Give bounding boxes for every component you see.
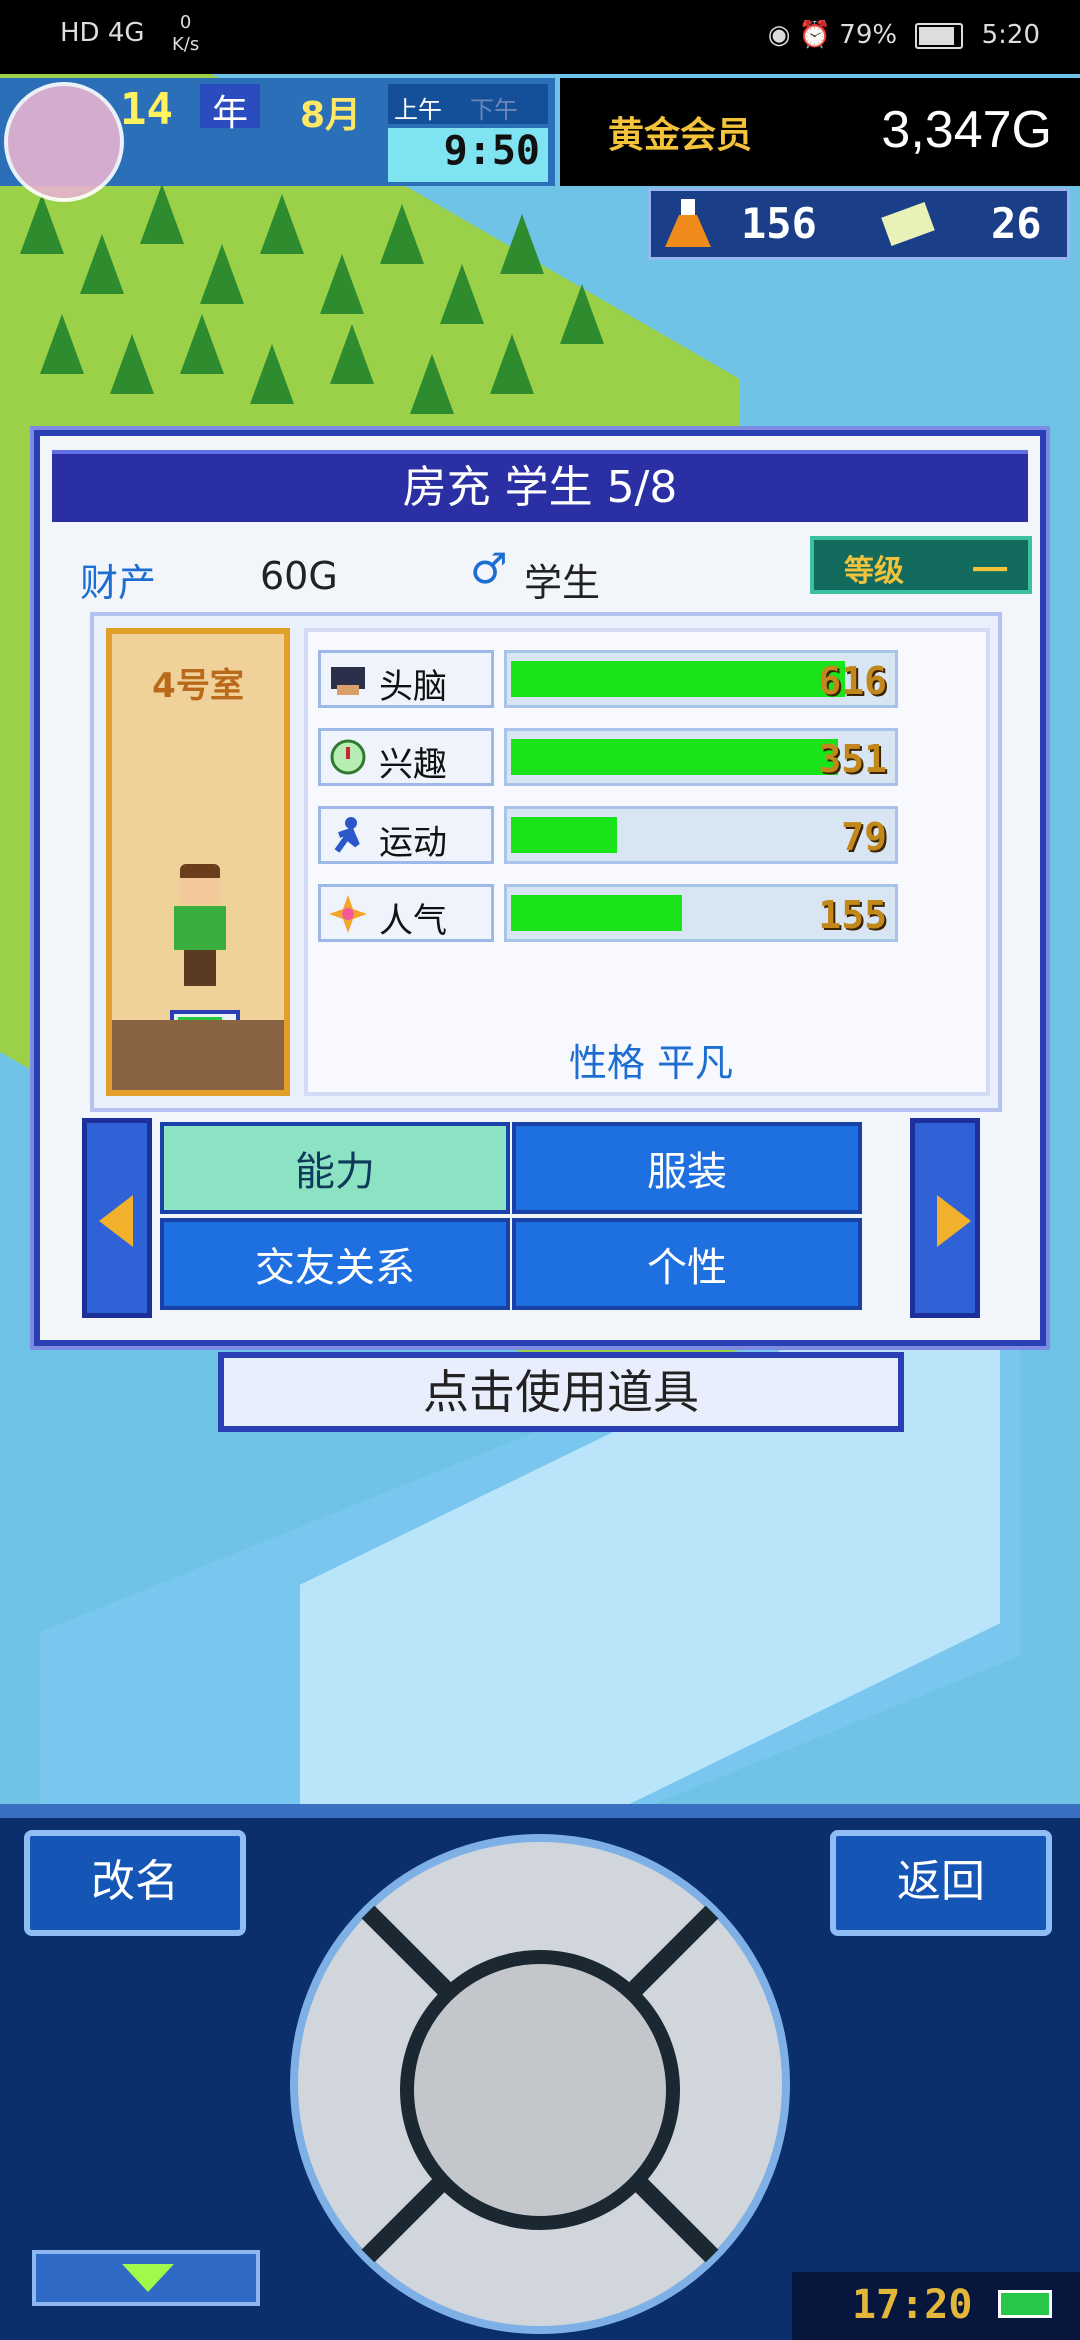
month-value: 8月 <box>300 95 362 136</box>
stat-value: 351 <box>818 737 887 781</box>
grade-value: 一 <box>971 551 1008 592</box>
ampm-indicator: 上午 下午 <box>388 84 548 124</box>
gold-value: 3,347G <box>881 101 1052 159</box>
running-icon <box>334 817 360 853</box>
back-button[interactable]: 返回 <box>830 1830 1052 1936</box>
rename-button[interactable]: 改名 <box>24 1830 246 1936</box>
sparkle-icon <box>329 895 367 933</box>
speech-bubble-icon <box>330 739 366 775</box>
network-speed: 0 K/s <box>172 12 199 56</box>
research-points: 156 <box>741 199 817 248</box>
battery-icon <box>998 2290 1052 2318</box>
ticket-icon <box>881 202 935 246</box>
personality-text: 性格 平凡 <box>568 1041 734 1085</box>
stat-name: 头脑 <box>379 667 447 707</box>
speed-unit: K/s <box>172 34 200 55</box>
clock-time: 17:20 <box>852 2282 973 2328</box>
stat-fill <box>511 895 682 931</box>
room-floor <box>112 1020 284 1090</box>
tab-clothing[interactable]: 服装 <box>512 1122 862 1214</box>
stat-value: 155 <box>818 893 887 937</box>
avatar[interactable] <box>4 82 124 202</box>
stats-panel: 头脑 616 兴趣 351 运动 79 人气 155 性格 平凡 <box>304 628 990 1096</box>
ticket-count: 26 <box>991 199 1042 248</box>
controller-edge <box>0 1804 1080 1818</box>
speed-value: 0 <box>179 12 192 33</box>
graduation-cap-icon <box>331 667 365 695</box>
battery-percent: 79% <box>839 20 898 50</box>
stat-label-popularity: 人气 <box>318 884 494 942</box>
triangle-down-icon <box>122 2264 174 2292</box>
arrow-right-icon <box>937 1195 971 1247</box>
stat-bar: 351 <box>504 728 898 786</box>
collapse-button[interactable] <box>32 2250 260 2306</box>
panel-title: 房充 学生 5/8 <box>52 450 1028 522</box>
game-time: 9:50 <box>388 128 548 182</box>
stat-label-sport: 运动 <box>318 806 494 864</box>
tab-ability[interactable]: 能力 <box>160 1122 510 1214</box>
eye-icon: ◉ <box>767 20 791 50</box>
alarm-icon: ⏰ <box>798 20 832 50</box>
battery-icon <box>915 22 964 49</box>
student-sprite <box>170 864 230 994</box>
tab-personality[interactable]: 个性 <box>512 1218 862 1310</box>
status-time: 5:20 <box>981 20 1040 50</box>
stat-fill <box>511 739 838 775</box>
grade-badge: 等级 一 <box>810 536 1032 594</box>
network-indicator: HD 4G <box>60 18 145 48</box>
year-value: 14 <box>120 84 173 135</box>
stat-bar: 79 <box>504 806 898 864</box>
pm-label: 下午 <box>470 96 518 124</box>
stat-fill <box>511 817 617 853</box>
use-item-button[interactable]: 点击使用道具 <box>218 1352 904 1432</box>
stat-row-brain: 头脑 616 <box>318 650 898 708</box>
member-label: 黄金会员 <box>608 115 753 156</box>
room-name: 4号室 <box>152 666 244 706</box>
tab-friendship[interactable]: 交友关系 <box>160 1218 510 1310</box>
male-icon: ♂ <box>470 544 508 593</box>
student-info-panel: 房充 学生 5/8 财产 60G ♂ 学生 等级 一 4号室 头脑 616 兴趣… <box>34 430 1046 1346</box>
stat-row-popularity: 人气 155 <box>318 884 898 942</box>
role-label: 学生 <box>524 561 601 605</box>
stat-label-interest: 兴趣 <box>318 728 494 786</box>
stat-bar: 616 <box>504 650 898 708</box>
stat-fill <box>511 661 845 697</box>
grade-label: 等级 <box>844 554 904 589</box>
resource-bar: 156 26 <box>648 188 1070 260</box>
game-clock: 17:20 <box>792 2272 1080 2340</box>
next-student-button[interactable] <box>910 1118 980 1318</box>
stat-value: 79 <box>841 815 887 859</box>
flask-icon <box>665 199 711 247</box>
stat-name: 兴趣 <box>379 745 447 785</box>
arrow-left-icon <box>99 1195 133 1247</box>
stat-value: 616 <box>818 659 887 703</box>
prev-student-button[interactable] <box>82 1118 152 1318</box>
stat-label-brain: 头脑 <box>318 650 494 708</box>
stat-bar: 155 <box>504 884 898 942</box>
am-label: 上午 <box>394 96 442 124</box>
stat-name: 运动 <box>379 823 447 863</box>
year-suffix: 年 <box>200 84 260 134</box>
stat-name: 人气 <box>379 901 447 941</box>
status-right: ◉ ⏰ 79% 5:20 <box>768 20 1040 50</box>
dpad-center-button[interactable] <box>400 1950 680 2230</box>
stat-row-sport: 运动 79 <box>318 806 898 864</box>
room-card: 4号室 <box>106 628 290 1096</box>
status-bar: HD 4G 0 K/s ◉ ⏰ 79% 5:20 <box>0 0 1080 74</box>
stat-row-interest: 兴趣 351 <box>318 728 898 786</box>
asset-value: 60G <box>260 554 338 598</box>
asset-label: 财产 <box>80 561 157 605</box>
